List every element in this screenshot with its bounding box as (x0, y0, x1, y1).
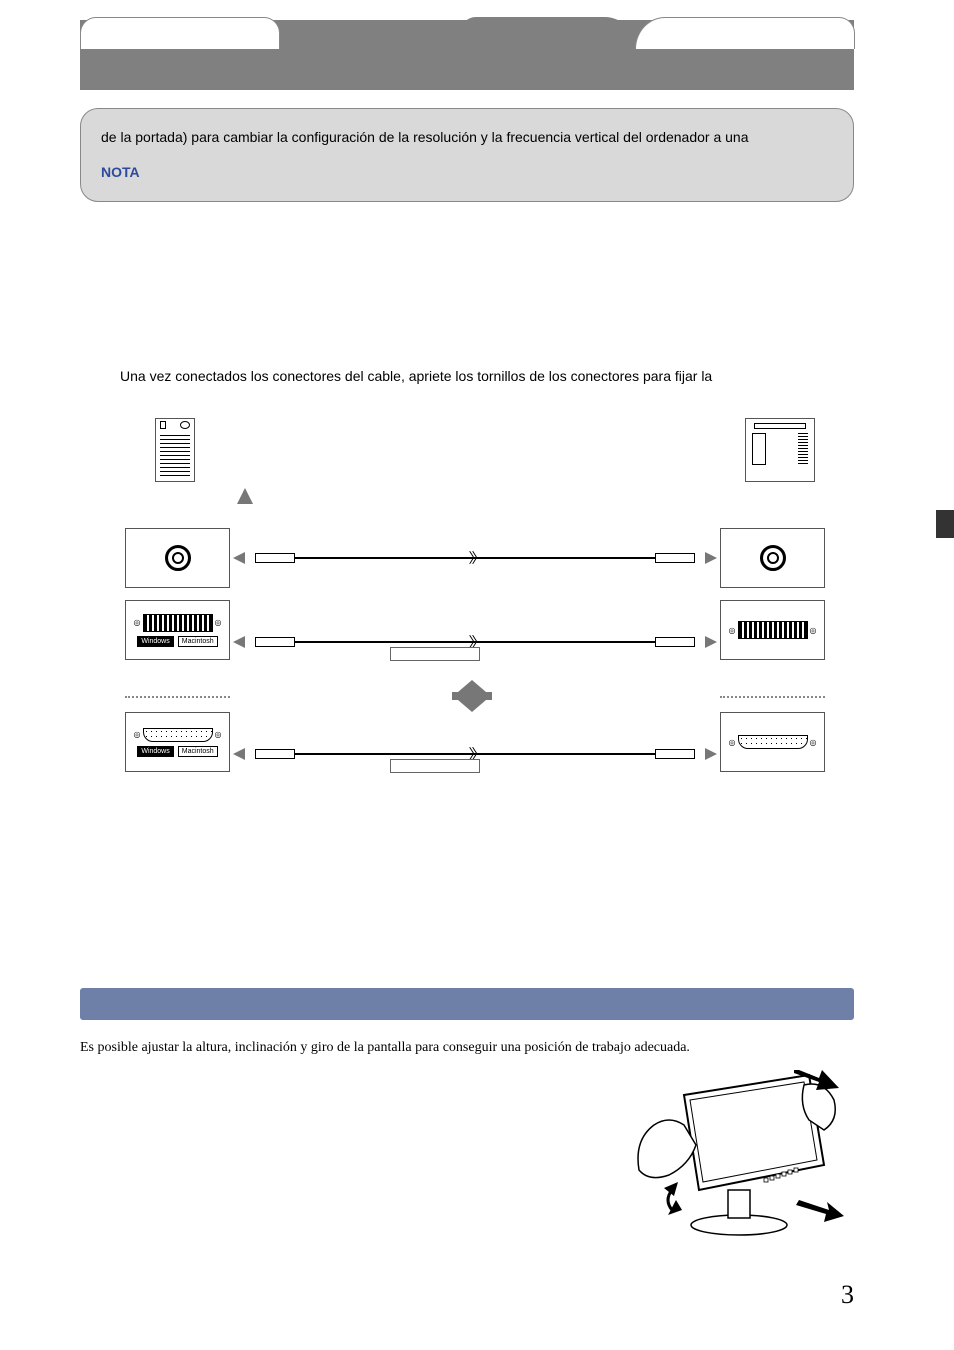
cable-dvi: 〉〉 (245, 635, 705, 649)
arrow-left-icon (233, 636, 245, 648)
tab-3 (635, 17, 855, 49)
cable-row-dvi: ◎ ◎ Windows Macintosh 〉〉 ◎ ◎ (125, 600, 825, 684)
coax-port-icon (165, 545, 191, 571)
section-body-text: Es posible ajustar la altura, inclinació… (80, 1040, 854, 1056)
dotted-divider (720, 696, 825, 698)
tab-1 (80, 17, 280, 49)
port-dvi-left: ◎ ◎ Windows Macintosh (125, 600, 230, 660)
device-rear-monitor-icon (155, 418, 195, 482)
dvi-port-icon (738, 621, 808, 639)
dvi-port-icon (143, 614, 213, 632)
header-tab-strip (80, 20, 854, 90)
arrow-left-icon (233, 748, 245, 760)
port-dvi-right: ◎ ◎ (720, 600, 825, 660)
cable-vga-label (390, 759, 480, 773)
tab-2-active (460, 17, 635, 49)
note-label: NOTA (101, 162, 833, 183)
port-vga-left: ◎ ◎ Windows Macintosh (125, 712, 230, 772)
arrow-left-icon (233, 552, 245, 564)
monitor-adjust-illustration (624, 1070, 844, 1240)
os-tag-mac: Macintosh (178, 636, 218, 647)
coax-port-icon (760, 545, 786, 571)
arrow-up-icon (237, 488, 253, 504)
cable-row-coax: 〉〉 (125, 528, 825, 588)
note-box: de la portada) para cambiar la configura… (80, 108, 854, 202)
or-arrow-icon (458, 680, 492, 712)
arrow-right-icon (705, 748, 717, 760)
port-vga-right: ◎ ◎ (720, 712, 825, 772)
cable-coax: 〉〉 (245, 551, 705, 565)
port-coax-right (720, 528, 825, 588)
connection-diagram: 〉〉 ◎ ◎ Windows Macintosh 〉〉 (125, 400, 825, 900)
note-text: de la portada) para cambiar la configura… (101, 127, 833, 148)
vga-port-icon (738, 735, 808, 749)
instruction-text: Una vez conectados los conectores del ca… (120, 368, 864, 384)
os-tag-windows: Windows (137, 636, 173, 647)
cable-vga: 〉〉 (245, 747, 705, 761)
cable-row-vga: ◎ ◎ Windows Macintosh 〉〉 ◎ ◎ (125, 712, 825, 796)
section-heading-bar (80, 988, 854, 1020)
os-tag-windows: Windows (137, 746, 173, 757)
vga-port-icon (143, 728, 213, 742)
arrow-right-icon (705, 552, 717, 564)
cable-dvi-label (390, 647, 480, 661)
os-tag-mac: Macintosh (178, 746, 218, 757)
port-coax-left (125, 528, 230, 588)
arrow-right-icon (705, 636, 717, 648)
device-rear-pc-icon (745, 418, 815, 482)
page-number: 3 (841, 1280, 854, 1310)
dotted-divider (125, 696, 230, 698)
side-thumb-tab (936, 510, 954, 538)
